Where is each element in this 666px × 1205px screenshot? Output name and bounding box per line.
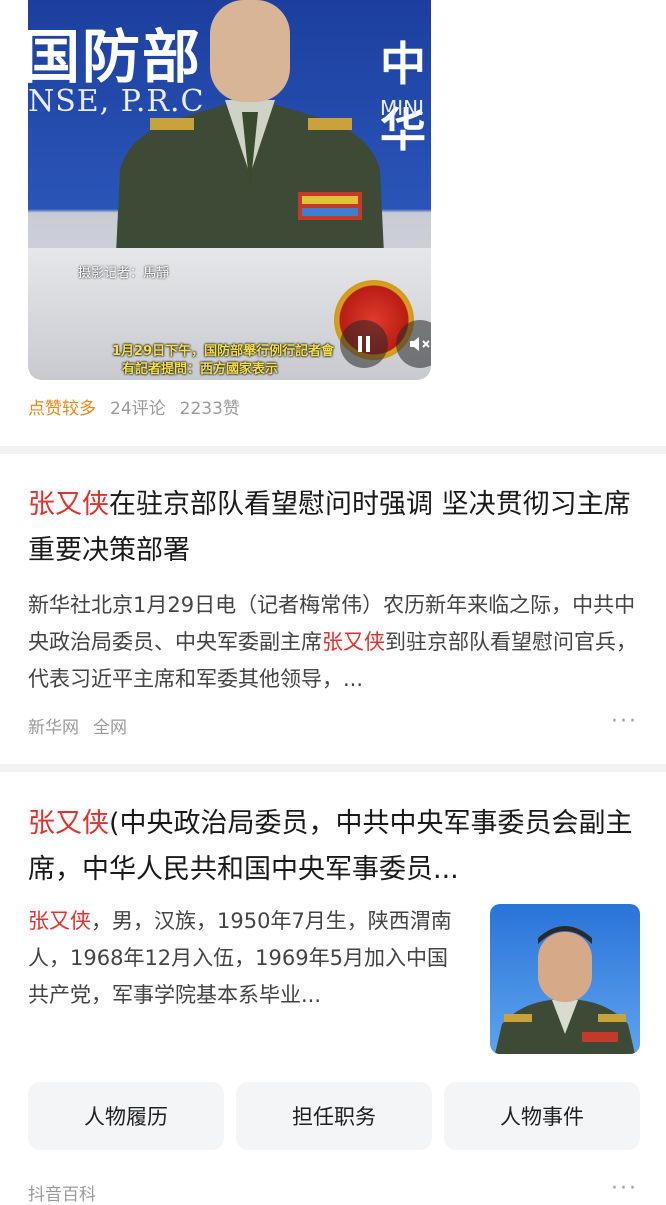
news-source: 新华网 全网 <box>28 713 127 738</box>
photo-credit: 摄影记者：馬靜 <box>78 266 170 281</box>
portrait-figure <box>495 926 635 1054</box>
video-result-card[interactable]: 国防部 NSE, P.R.C 中华 MINI 摄影记者：馬靜 1月29日下午，国… <box>0 0 666 446</box>
volume-mute-icon <box>410 337 430 351</box>
title-text: 在驻京部队看望慰问时强调 坚决贯彻习主席重要决策部署 <box>28 489 631 566</box>
divider <box>0 764 666 772</box>
abstract-keyword: 张又侠 <box>322 630 385 654</box>
pause-icon <box>358 336 370 352</box>
video-subtitle-line2: 有記者提問：西方國家表示 <box>122 362 279 377</box>
portrait-image[interactable] <box>490 904 640 1054</box>
baike-source: 抖音百科 <box>28 1180 96 1205</box>
title-keyword: 张又侠 <box>28 808 109 839</box>
news-abstract: 新华社北京1月29日电（记者梅常伟）农历新年来临之际，中共中央政治局委员、中央军… <box>28 587 640 698</box>
abstract-text: ，男，汉族，1950年7月生，陕西渭南人，1968年12月入伍，1969年5月加… <box>28 909 452 1007</box>
divider <box>0 446 666 454</box>
more-options-button[interactable]: ··· <box>611 1176 638 1201</box>
video-subtitle-line1: 1月29日下午，国防部舉行例行記者會 <box>112 344 335 359</box>
baike-abstract: 张又侠，男，汉族，1950年7月生，陕西渭南人，1968年12月入伍，1969年… <box>28 903 468 1014</box>
tab-positions[interactable]: 担任职务 <box>236 1082 432 1150</box>
source-name: 抖音百科 <box>28 1185 96 1205</box>
video-thumbnail[interactable]: 国防部 NSE, P.R.C 中华 MINI 摄影记者：馬靜 1月29日下午，国… <box>28 0 431 380</box>
title-keyword: 张又侠 <box>28 489 109 520</box>
source-name: 新华网 <box>28 718 79 738</box>
comment-count[interactable]: 24评论 <box>110 394 166 419</box>
video-meta: 点赞较多 24评论 2233赞 <box>28 394 240 419</box>
like-count[interactable]: 2233赞 <box>180 394 240 419</box>
news-title[interactable]: 张又侠在驻京部队看望慰问时强调 坚决贯彻习主席重要决策部署 <box>28 482 640 574</box>
source-scope: 全网 <box>93 718 127 738</box>
tab-career-history[interactable]: 人物履历 <box>28 1082 224 1150</box>
hot-label: 点赞较多 <box>28 399 96 419</box>
pause-button[interactable] <box>340 320 388 368</box>
tab-events[interactable]: 人物事件 <box>444 1082 640 1150</box>
abstract-keyword: 张又侠 <box>28 909 91 933</box>
title-text: (中央政治局委员，中共中央军事委员会副主席，中华人民共和国中央军事委员... <box>28 808 633 885</box>
more-options-button[interactable]: ··· <box>611 709 638 734</box>
baike-title[interactable]: 张又侠(中央政治局委员，中共中央军事委员会副主席，中华人民共和国中央军事委员..… <box>28 801 640 893</box>
